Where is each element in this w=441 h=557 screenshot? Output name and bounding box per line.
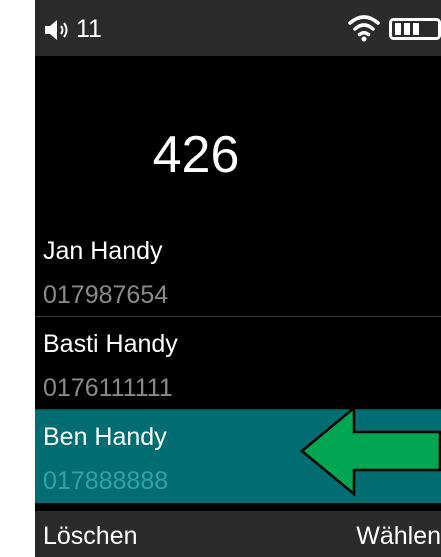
wifi-icon [348,15,380,42]
contact-number: 017987654 [43,281,169,309]
speaker-icon [45,20,68,40]
softkey-bar: Löschen Wählen [35,511,441,557]
contact-name: Basti Handy [43,330,178,358]
contact-item[interactable]: Basti Handy 0176111111 [35,317,441,410]
dial-softkey[interactable]: Wählen [356,521,441,551]
contact-name: Jan Handy [43,237,163,265]
volume-level: 11 [76,15,102,43]
green-arrow-left-icon [300,405,441,497]
contact-number: 0176111111 [43,374,173,402]
delete-softkey[interactable]: Löschen [43,521,138,551]
contact-item[interactable]: Jan Handy 017987654 [35,224,441,317]
status-bar: 11 [35,0,441,56]
contact-name: Ben Handy [43,423,167,451]
contact-number: 017888888 [43,467,169,495]
dialed-number: 426 [152,126,240,184]
phone-screen: 11 426 Jan Handy 017987654 Basti Handy 0… [35,0,441,557]
dial-display: 426 [35,56,441,224]
battery-icon [389,18,441,40]
